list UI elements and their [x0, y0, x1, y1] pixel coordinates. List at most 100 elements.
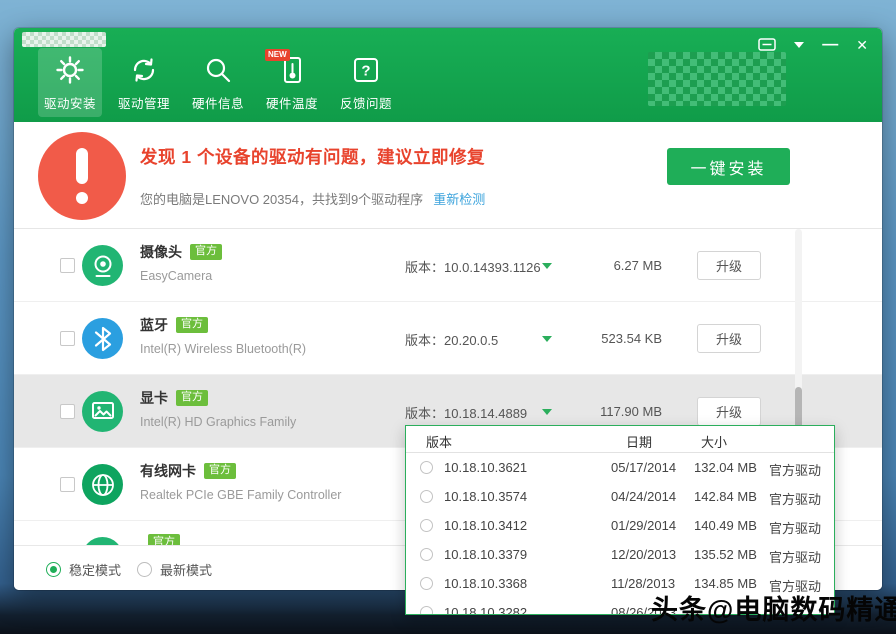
- checkbox[interactable]: [60, 477, 75, 492]
- svg-text:?: ?: [361, 63, 370, 80]
- driver-size: 6.27 MB: [559, 258, 662, 273]
- option-type: 官方驱动: [769, 460, 821, 479]
- official-badge: 官方: [204, 463, 236, 479]
- one-key-install-button[interactable]: 一键安装: [667, 148, 790, 185]
- checkbox[interactable]: [60, 404, 75, 419]
- option-size: 140.49 MB: [694, 518, 757, 533]
- version-option[interactable]: 10.18.10.3621 05/17/2014 132.04 MB 官方驱动: [406, 453, 834, 482]
- driver-category: 显卡: [140, 388, 168, 408]
- close-button[interactable]: ✕: [856, 36, 868, 54]
- nav-label: 驱动安装: [44, 93, 96, 112]
- version-option[interactable]: 10.18.10.3574 04/24/2014 142.84 MB 官方驱动: [406, 482, 834, 511]
- version-radio[interactable]: [420, 606, 433, 615]
- nav-label: 反馈问题: [340, 93, 392, 112]
- column-size: 大小: [701, 432, 727, 451]
- option-size: 132.04 MB: [694, 460, 757, 475]
- option-version: 10.18.10.3621: [444, 460, 527, 475]
- version-select[interactable]: 版本：10.0.14393.1126: [405, 257, 565, 276]
- option-version: 10.18.10.3412: [444, 518, 527, 533]
- mode-stable-label: 稳定模式: [69, 560, 121, 579]
- wifi-icon: [82, 537, 123, 545]
- question-icon: ?: [350, 54, 382, 86]
- recheck-link[interactable]: 重新检测: [433, 192, 485, 207]
- driver-name: Intel(R) HD Graphics Family: [140, 415, 296, 429]
- bluetooth-icon: [82, 318, 123, 359]
- official-badge: 官方: [176, 317, 208, 333]
- warning-icon: [38, 132, 126, 220]
- driver-size: 523.54 KB: [559, 331, 662, 346]
- nav-label: 硬件温度: [266, 93, 318, 112]
- option-version: 10.18.10.3368: [444, 576, 527, 591]
- version-radio[interactable]: [420, 548, 433, 561]
- radio-latest[interactable]: [137, 562, 152, 577]
- option-type: 官方驱动: [769, 489, 821, 508]
- censored-area: [648, 52, 786, 106]
- option-date: 01/29/2014: [611, 518, 676, 533]
- nav-label: 硬件信息: [192, 93, 244, 112]
- driver-size: 117.90 MB: [559, 404, 662, 419]
- alert-title: 发现 1 个设备的驱动有问题，建议立即修复: [140, 144, 485, 169]
- nav-hardware-info[interactable]: 硬件信息: [186, 48, 250, 117]
- driver-row-camera: 摄像头官方 EasyCamera 版本：10.0.14393.1126 6.27…: [14, 229, 882, 302]
- option-size: 142.84 MB: [694, 489, 757, 504]
- version-select[interactable]: 版本：20.20.0.5: [405, 330, 565, 349]
- version-option[interactable]: 10.18.10.3412 01/29/2014 140.49 MB 官方驱动: [406, 511, 834, 540]
- new-badge: NEW: [265, 49, 290, 61]
- nav-hardware-temp[interactable]: NEW 硬件温度: [260, 48, 324, 117]
- chevron-down-icon: [542, 263, 552, 269]
- mode-latest[interactable]: 最新模式: [137, 560, 212, 579]
- nav-driver-manage[interactable]: 驱动管理: [112, 48, 176, 117]
- graphics-icon: [82, 391, 123, 432]
- driver-category: 有线网卡: [140, 461, 196, 481]
- nav-feedback[interactable]: ? 反馈问题: [334, 48, 398, 117]
- globe-icon: [82, 464, 123, 505]
- mode-latest-label: 最新模式: [160, 560, 212, 579]
- option-version: 10.18.10.3379: [444, 547, 527, 562]
- thermometer-icon: NEW: [276, 54, 308, 86]
- checkbox[interactable]: [60, 258, 75, 273]
- version-value: 20.20.0.5: [444, 333, 498, 348]
- chevron-down-icon: [542, 409, 552, 415]
- driver-row-bluetooth: 蓝牙官方 Intel(R) Wireless Bluetooth(R) 版本：2…: [14, 302, 882, 375]
- search-icon: [202, 54, 234, 86]
- computer-info: 您的电脑是LENOVO 20354，共找到9个驱动程序: [140, 192, 423, 207]
- version-prefix: 版本：: [405, 406, 444, 421]
- alert-banner: 发现 1 个设备的驱动有问题，建议立即修复 您的电脑是LENOVO 20354，…: [14, 122, 882, 229]
- column-date: 日期: [626, 432, 652, 451]
- official-badge: 官方: [148, 534, 180, 545]
- driver-name: Intel(R) Wireless Bluetooth(R): [140, 342, 306, 356]
- censored-logo: [22, 32, 106, 47]
- option-type: 官方驱动: [769, 518, 821, 537]
- header: — ✕ 驱动安装: [14, 28, 882, 122]
- alert-subtitle: 您的电脑是LENOVO 20354，共找到9个驱动程序重新检测: [140, 189, 485, 208]
- message-icon[interactable]: [758, 38, 776, 52]
- radio-stable[interactable]: [46, 562, 61, 577]
- upgrade-button[interactable]: 升级: [697, 324, 761, 353]
- version-select-open[interactable]: 版本：10.18.14.4889: [405, 403, 565, 422]
- checkbox[interactable]: [60, 331, 75, 346]
- nav-driver-install[interactable]: 驱动安装: [38, 48, 102, 117]
- version-option[interactable]: 10.18.10.3379 12/20/2013 135.52 MB 官方驱动: [406, 540, 834, 569]
- menu-caret-icon[interactable]: [794, 42, 804, 48]
- option-date: 04/24/2014: [611, 489, 676, 504]
- dropdown-header: 版本 日期 大小: [406, 426, 834, 453]
- upgrade-button[interactable]: 升级: [697, 397, 761, 426]
- version-radio[interactable]: [420, 577, 433, 590]
- nav-label: 驱动管理: [118, 93, 170, 112]
- version-dropdown: 版本 日期 大小 10.18.10.3621 05/17/2014 132.04…: [405, 425, 835, 615]
- version-radio[interactable]: [420, 490, 433, 503]
- version-radio[interactable]: [420, 461, 433, 474]
- option-date: 12/20/2013: [611, 547, 676, 562]
- refresh-icon: [128, 54, 160, 86]
- minimize-button[interactable]: —: [822, 36, 838, 54]
- option-date: 05/17/2014: [611, 460, 676, 475]
- version-radio[interactable]: [420, 519, 433, 532]
- driver-name: Realtek PCIe GBE Family Controller: [140, 488, 341, 502]
- driver-category: 蓝牙: [140, 315, 168, 335]
- upgrade-button[interactable]: 升级: [697, 251, 761, 280]
- mode-stable[interactable]: 稳定模式: [46, 560, 121, 579]
- official-badge: 官方: [176, 390, 208, 406]
- version-prefix: 版本：: [405, 260, 444, 275]
- option-version: 10.18.10.3574: [444, 489, 527, 504]
- gear-icon: [54, 54, 86, 86]
